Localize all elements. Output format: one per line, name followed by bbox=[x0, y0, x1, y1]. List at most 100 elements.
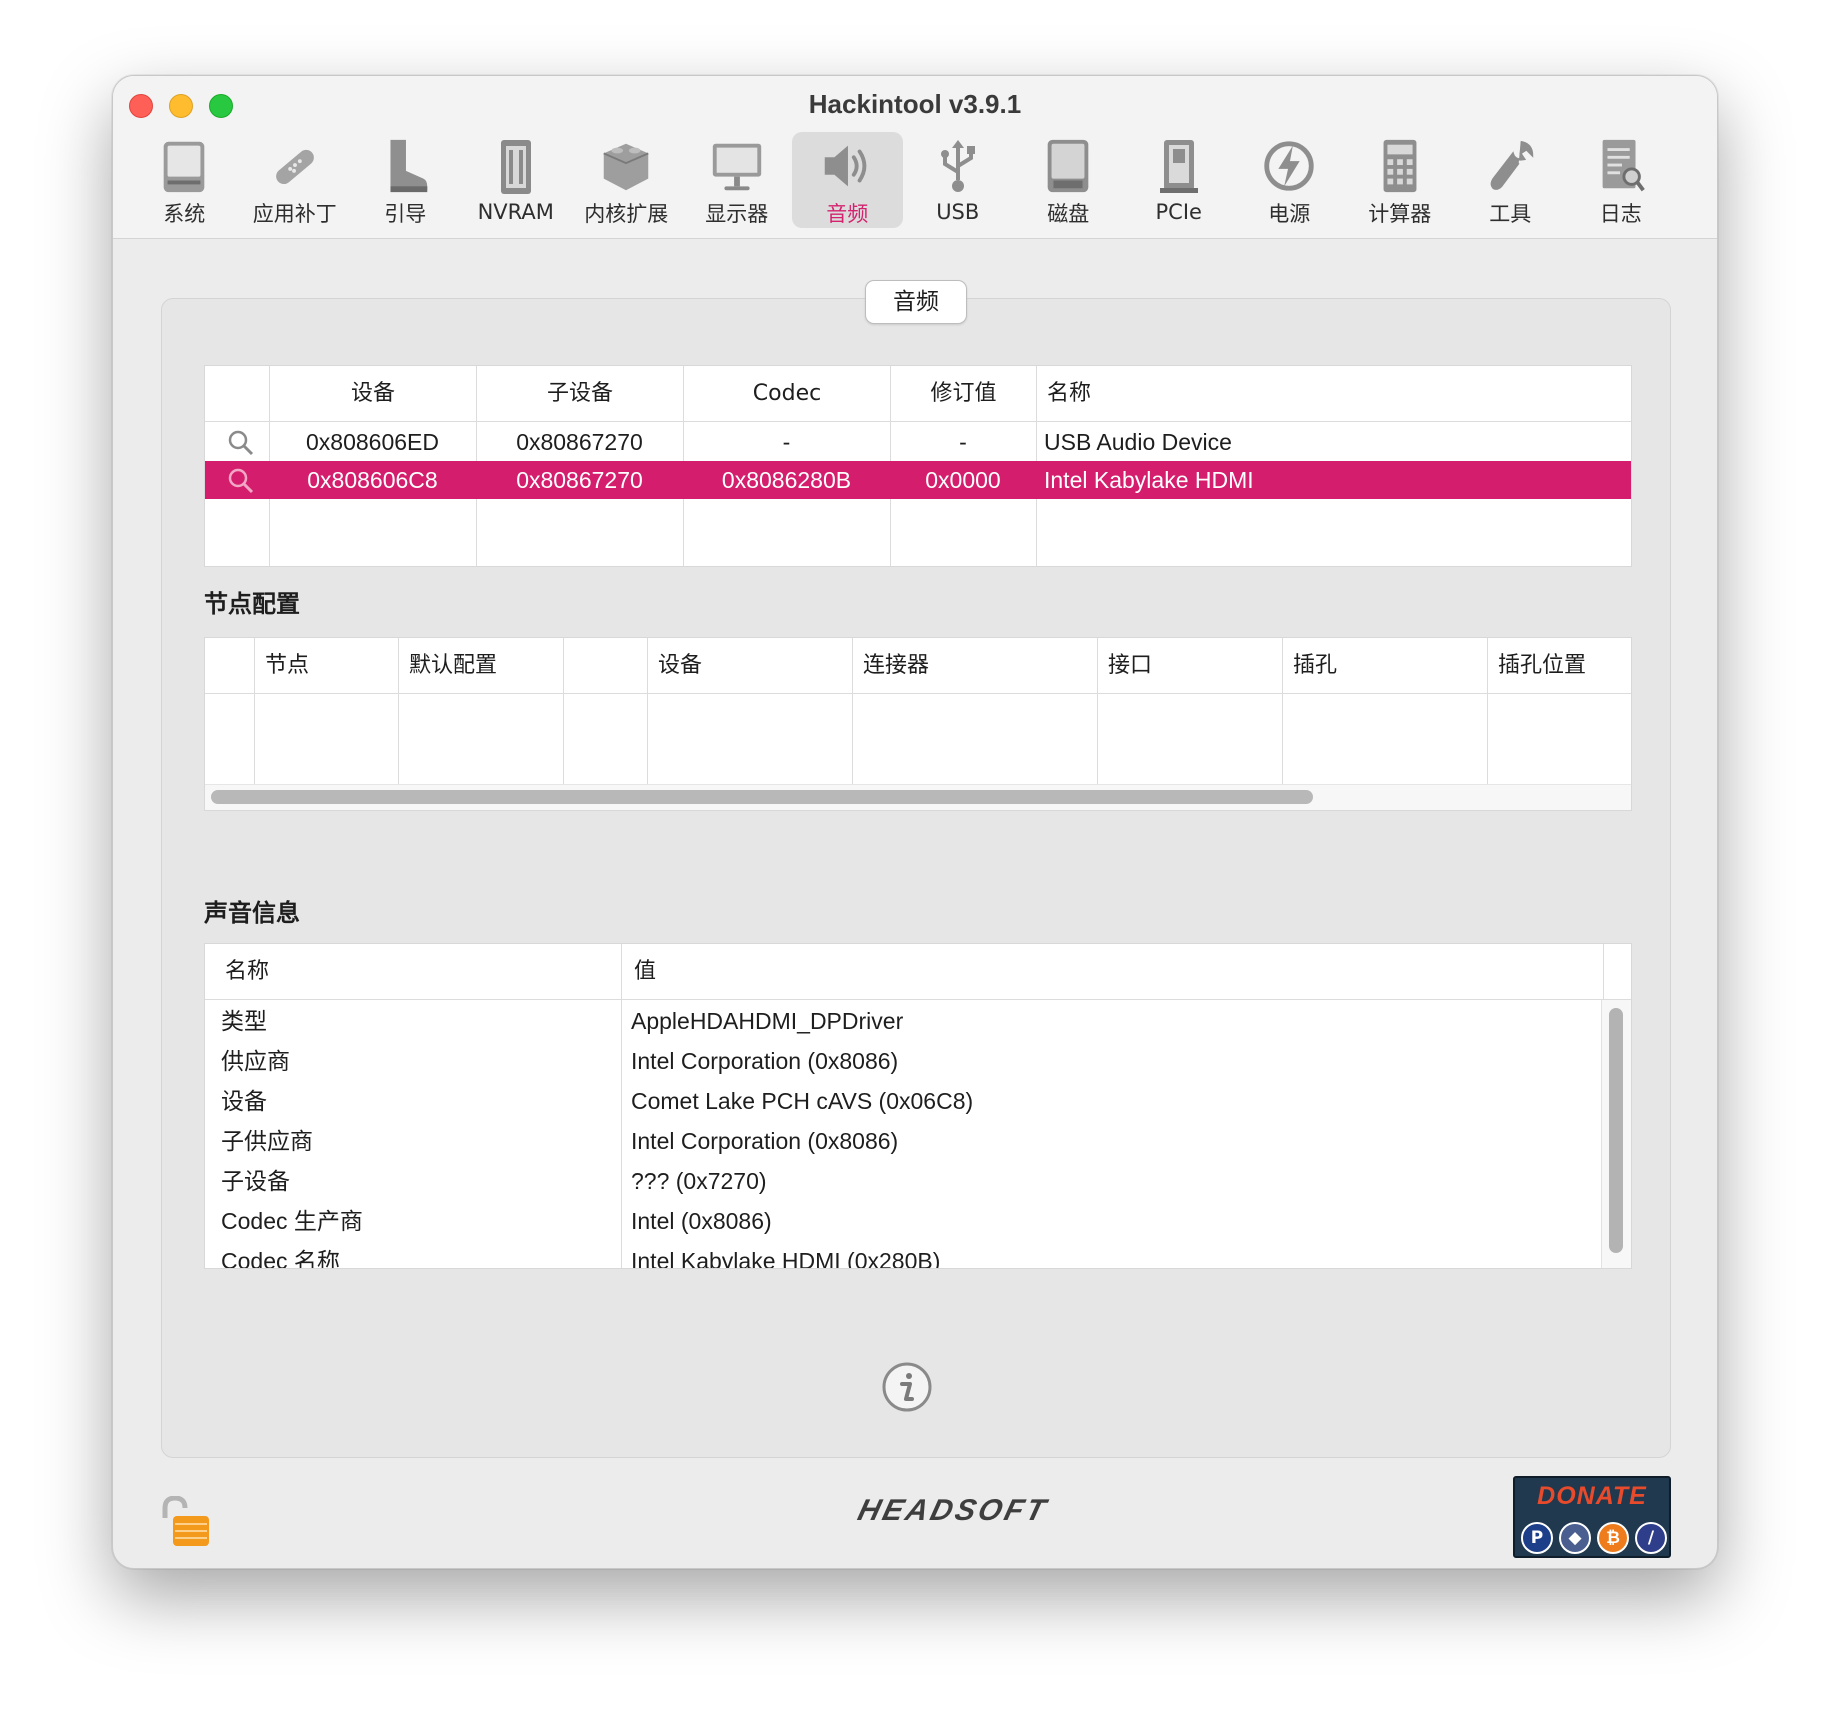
cell-subdevice: 0x80867270 bbox=[516, 429, 643, 455]
toolbar-item-disk[interactable]: 磁盘 bbox=[1013, 132, 1124, 228]
list-item[interactable]: Codec 生产商 Intel (0x8086) bbox=[205, 1201, 1601, 1241]
column-header-blank[interactable] bbox=[563, 638, 647, 694]
table-row[interactable]: 0x808606ED 0x80867270 - - USB Audio Devi… bbox=[205, 423, 1631, 461]
info-key: 设备 bbox=[221, 1088, 267, 1114]
list-item[interactable]: 设备 Comet Lake PCH cAVS (0x06C8) bbox=[205, 1081, 1601, 1121]
patch-icon bbox=[275, 149, 314, 185]
paypal-icon: P bbox=[1521, 1522, 1553, 1554]
section-title-sound-info: 声音信息 bbox=[204, 899, 300, 927]
toolbar-item-tools[interactable]: 工具 bbox=[1455, 132, 1566, 228]
calculator-icon bbox=[1383, 139, 1417, 193]
column-header-jack[interactable]: 插孔 bbox=[1282, 638, 1487, 694]
toolbar-label: USB bbox=[936, 200, 980, 224]
section-title-nodes: 节点配置 bbox=[204, 590, 300, 618]
magnifier-icon[interactable] bbox=[227, 467, 255, 495]
info-key: 子设备 bbox=[221, 1168, 290, 1194]
display-icon bbox=[712, 143, 761, 191]
info-value: Comet Lake PCH cAVS (0x06C8) bbox=[631, 1088, 974, 1114]
column-header-device[interactable]: 设备 bbox=[269, 366, 476, 422]
info-value: Intel Kabylake HDMI (0x280B) bbox=[631, 1248, 941, 1269]
toolbar-item-usb[interactable]: USB bbox=[903, 132, 1014, 228]
toolbar-item-kext[interactable]: 内核扩展 bbox=[571, 132, 682, 228]
nvram-icon bbox=[500, 140, 531, 194]
toolbar-item-display[interactable]: 显示器 bbox=[682, 132, 793, 228]
toolbar-item-nvram[interactable]: NVRAM bbox=[461, 132, 572, 228]
sound-info-table-header: 名称 值 bbox=[205, 944, 1631, 1000]
toolbar-label: 显示器 bbox=[705, 202, 769, 226]
column-header-subdevice[interactable]: 子设备 bbox=[476, 366, 683, 422]
toolbar-item-calculator[interactable]: 计算器 bbox=[1345, 132, 1456, 228]
cell-codec: - bbox=[782, 429, 791, 455]
crypto-icon: / bbox=[1635, 1522, 1667, 1554]
toolbar-label: 内核扩展 bbox=[584, 202, 669, 226]
toolbar-label: 系统 bbox=[163, 202, 206, 226]
info-key: 供应商 bbox=[221, 1048, 290, 1074]
toolbar-item-power[interactable]: 电源 bbox=[1234, 132, 1345, 228]
list-item[interactable]: Codec 名称 Intel Kabylake HDMI (0x280B) bbox=[205, 1241, 1601, 1269]
column-header-spacer bbox=[1603, 944, 1631, 1000]
column-header-port[interactable]: 接口 bbox=[1097, 638, 1282, 694]
log-icon bbox=[1602, 139, 1645, 192]
info-value: Intel (0x8086) bbox=[631, 1208, 772, 1234]
info-value: Intel Corporation (0x8086) bbox=[631, 1128, 899, 1154]
info-value: ??? (0x7270) bbox=[631, 1168, 767, 1194]
cell-device: 0x808606ED bbox=[306, 429, 439, 455]
disk-icon bbox=[1047, 139, 1089, 193]
pcie-icon bbox=[1159, 140, 1198, 193]
toolbar-item-system[interactable]: 系统 bbox=[129, 132, 240, 228]
audio-groupbox: 设备 子设备 Codec 修订值 名称 0x808606ED 0x8086727… bbox=[161, 298, 1671, 1458]
cell-revision: 0x0000 bbox=[925, 467, 1001, 493]
column-header-value[interactable]: 值 bbox=[621, 944, 1603, 1000]
info-key: Codec 名称 bbox=[221, 1248, 340, 1269]
power-icon bbox=[1264, 141, 1314, 191]
toolbar-item-boot[interactable]: 引导 bbox=[350, 132, 461, 228]
column-header-codec[interactable]: Codec bbox=[683, 366, 890, 422]
cell-name: Intel Kabylake HDMI bbox=[1044, 467, 1254, 493]
column-header-device[interactable]: 设备 bbox=[647, 638, 852, 694]
toolbar-label: 磁盘 bbox=[1047, 202, 1090, 226]
column-header-connector[interactable]: 连接器 bbox=[852, 638, 1097, 694]
usb-icon bbox=[940, 140, 975, 192]
bitcoin-icon: ₿ bbox=[1597, 1522, 1629, 1554]
toolbar-item-pcie[interactable]: PCIe bbox=[1124, 132, 1235, 228]
toolbar-label: PCIe bbox=[1155, 200, 1202, 224]
info-key: 子供应商 bbox=[221, 1128, 313, 1154]
list-item[interactable]: 类型 AppleHDAHDMI_DPDriver bbox=[205, 1001, 1601, 1041]
ethereum-icon: ◆ bbox=[1559, 1522, 1591, 1554]
list-item[interactable]: 子设备 ??? (0x7270) bbox=[205, 1161, 1601, 1201]
cell-subdevice: 0x80867270 bbox=[516, 467, 643, 493]
devices-table: 设备 子设备 Codec 修订值 名称 0x808606ED 0x8086727… bbox=[204, 365, 1632, 567]
cell-revision: - bbox=[959, 429, 967, 455]
info-icon[interactable] bbox=[881, 1361, 933, 1413]
toolbar-item-patch[interactable]: 应用补丁 bbox=[240, 132, 351, 228]
vertical-scrollbar[interactable] bbox=[1609, 1008, 1623, 1253]
info-key: Codec 生产商 bbox=[221, 1208, 363, 1234]
vertical-scrollbar-track bbox=[1601, 1000, 1631, 1268]
tools-icon bbox=[1490, 140, 1534, 190]
toolbar: 系统 应用补丁 引导 NVRAM 内核扩展 显示器 音频 USB 磁盘 PCIe… bbox=[129, 132, 1676, 230]
boot-icon bbox=[390, 139, 428, 193]
donate-label: DONATE bbox=[1537, 1482, 1647, 1510]
magnifier-icon[interactable] bbox=[227, 429, 255, 457]
app-window: Hackintool v3.9.1 系统 应用补丁 引导 NVRAM 内核扩展 … bbox=[112, 75, 1718, 1569]
list-item[interactable]: 子供应商 Intel Corporation (0x8086) bbox=[205, 1121, 1601, 1161]
horizontal-scrollbar[interactable] bbox=[211, 790, 1313, 804]
table-row-selected[interactable]: 0x808606C8 0x80867270 0x8086280B 0x0000 … bbox=[205, 461, 1631, 499]
audio-icon bbox=[824, 145, 867, 187]
titlebar: Hackintool v3.9.1 系统 应用补丁 引导 NVRAM 内核扩展 … bbox=[113, 76, 1717, 239]
column-header-jack-location[interactable]: 插孔位置 bbox=[1487, 638, 1631, 694]
list-item[interactable]: 供应商 Intel Corporation (0x8086) bbox=[205, 1041, 1601, 1081]
system-icon bbox=[163, 141, 205, 193]
column-header-node[interactable]: 节点 bbox=[254, 638, 398, 694]
column-header-name[interactable]: 名称 bbox=[1036, 366, 1631, 422]
tab-audio[interactable]: 音频 bbox=[865, 280, 967, 324]
column-header-name[interactable]: 名称 bbox=[205, 944, 621, 1000]
column-header-revision[interactable]: 修订值 bbox=[890, 366, 1036, 422]
column-header-default-config[interactable]: 默认配置 bbox=[398, 638, 563, 694]
toolbar-item-audio[interactable]: 音频 bbox=[792, 132, 903, 228]
lock-icon[interactable] bbox=[157, 1496, 211, 1548]
nodes-table-header: 节点 默认配置 设备 连接器 接口 插孔 插孔位置 bbox=[205, 638, 1631, 694]
toolbar-item-log[interactable]: 日志 bbox=[1566, 132, 1677, 228]
donate-button[interactable]: DONATE P ◆ ₿ / bbox=[1513, 1476, 1671, 1558]
toolbar-label: 应用补丁 bbox=[252, 202, 337, 226]
